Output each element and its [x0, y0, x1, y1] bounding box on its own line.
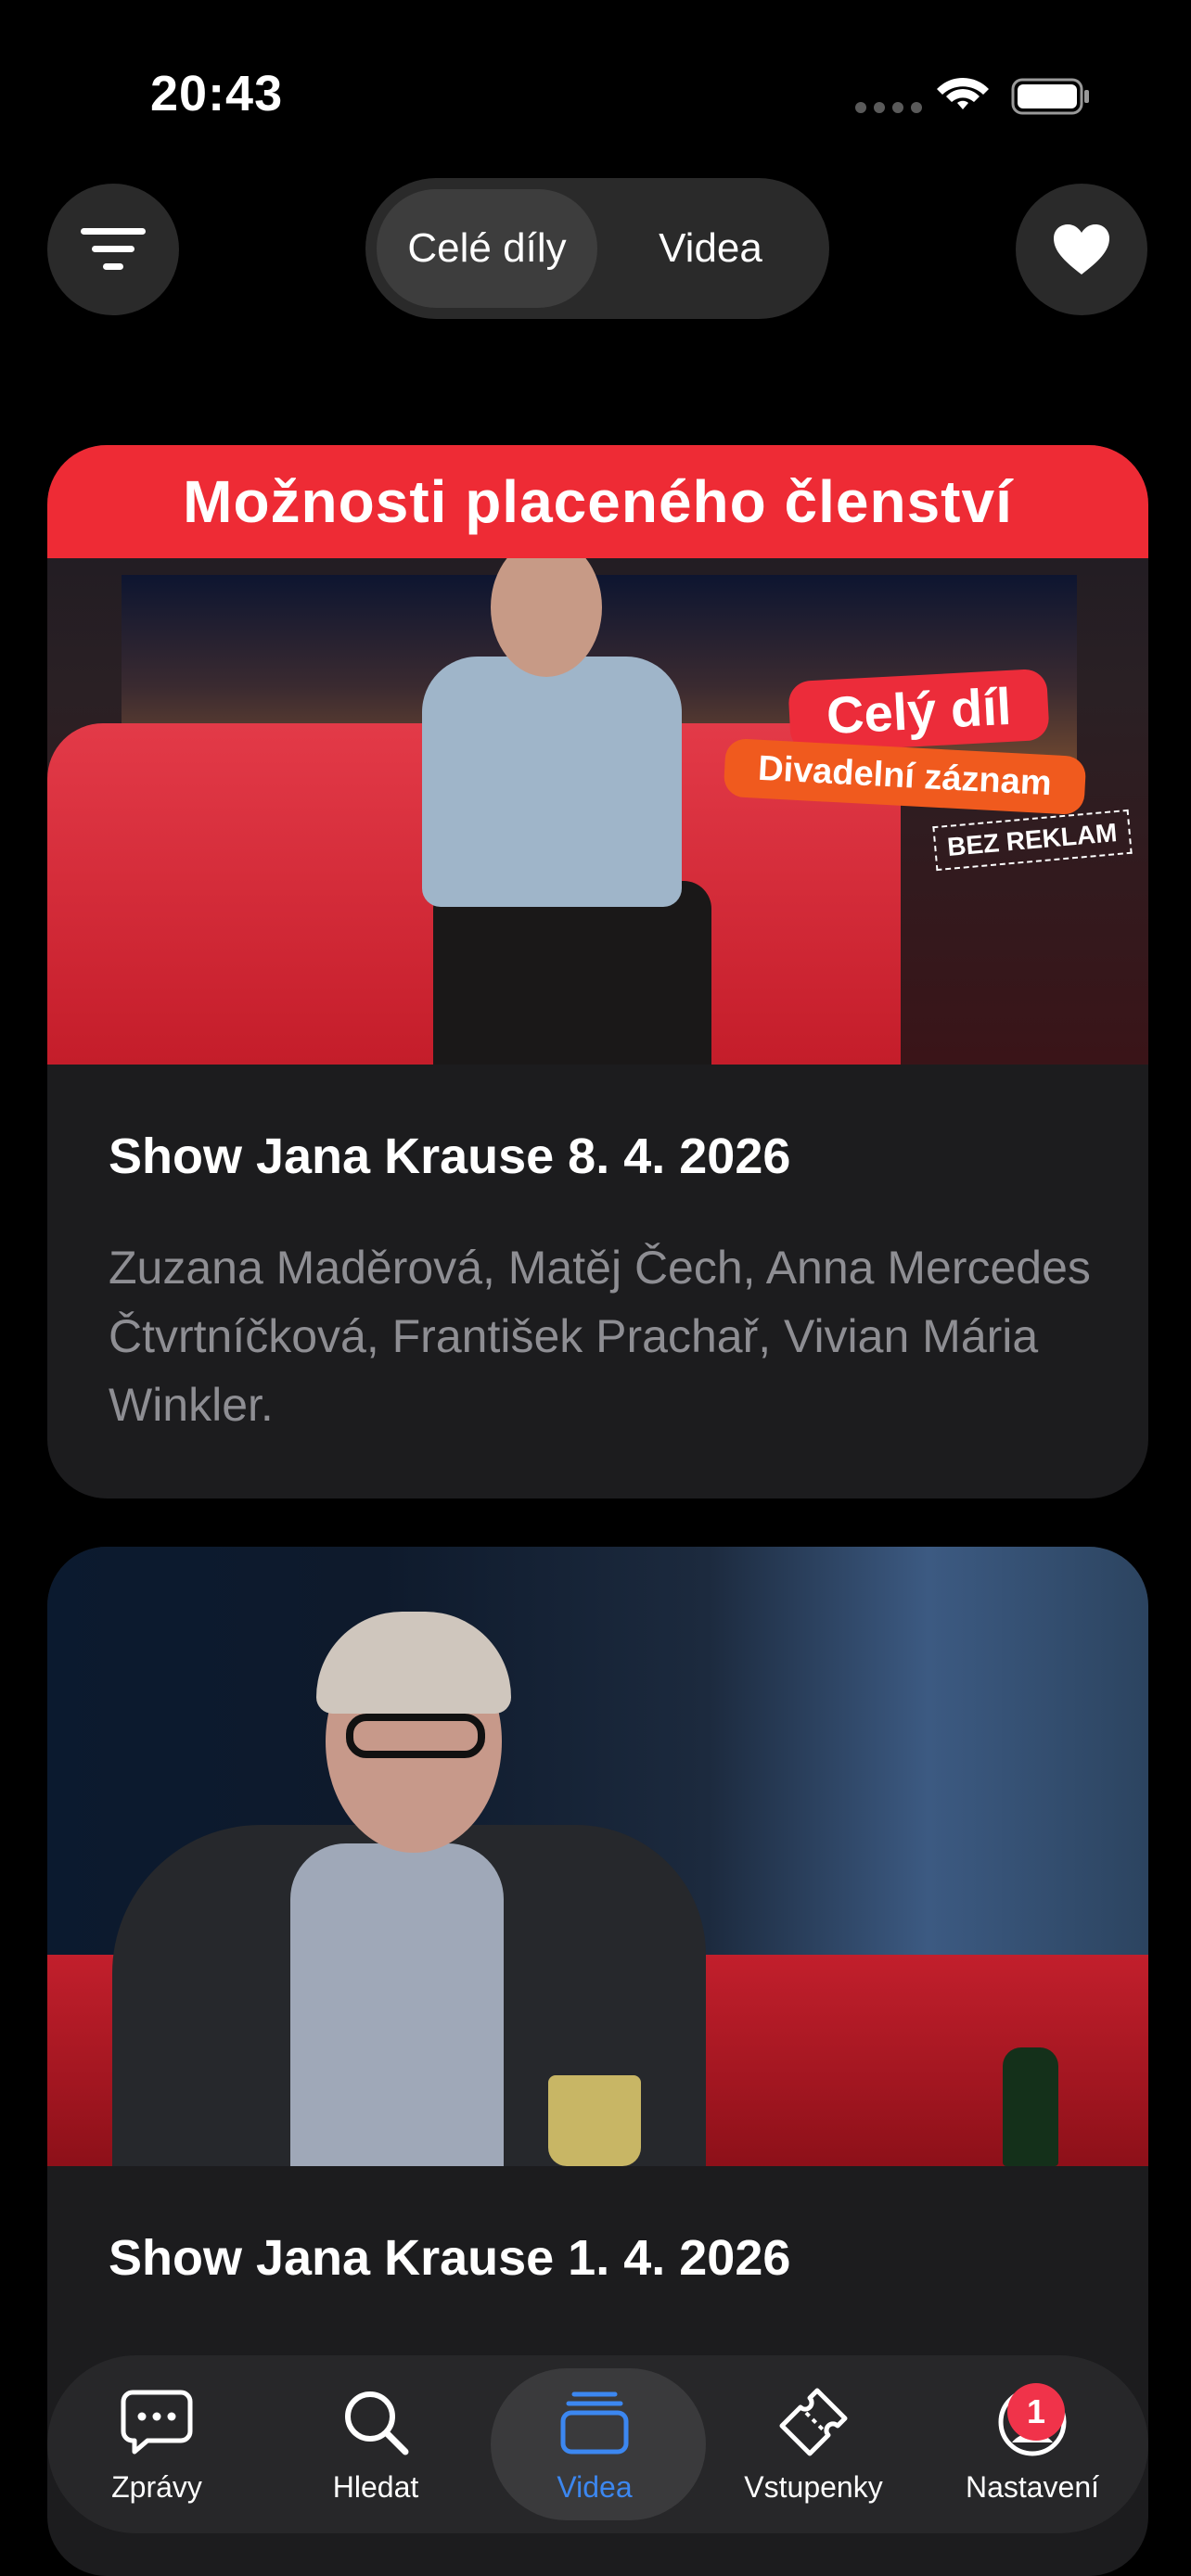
- full-episode-badge-text: Celý díl: [825, 676, 1013, 746]
- thumbnail-person-shirt: [290, 1843, 504, 2166]
- tab-label: Vstupenky: [744, 2469, 883, 2504]
- segmented-control: Celé díly Videa: [365, 178, 829, 319]
- episode-description: Zuzana Maděrová, Matěj Čech, Anna Merced…: [109, 1242, 1091, 1431]
- ticket-icon: [779, 2388, 848, 2455]
- tab-label: Hledat: [332, 2469, 419, 2504]
- thumbnail-person-head: [491, 538, 602, 677]
- theatre-recording-badge-text: Divadelní záznam: [757, 748, 1053, 804]
- episode-title: Show Jana Krause 8. 4. 2026: [109, 1129, 791, 1184]
- membership-banner: Možnosti placeného členství: [47, 445, 1148, 558]
- full-episode-badge: Celý díl: [788, 668, 1050, 754]
- video-stack-icon: [560, 2391, 629, 2454]
- segment-videa[interactable]: Videa: [603, 189, 818, 308]
- thumbnail-person-body: [422, 657, 682, 907]
- membership-banner-text: Možnosti placeného členství: [183, 468, 1013, 535]
- tab-label: Zprávy: [111, 2469, 202, 2504]
- tab-hledat[interactable]: Hledat: [266, 2355, 485, 2533]
- tab-label: Nastavení: [965, 2469, 1100, 2504]
- tab-zpravy[interactable]: Zprávy: [47, 2355, 266, 2533]
- tab-label: Videa: [557, 2469, 633, 2504]
- episode-thumbnail: Možnosti placeného členství Celý díl Div…: [47, 445, 1148, 1065]
- filter-icon: [81, 228, 146, 270]
- thumbnail-glasses: [346, 1714, 485, 1758]
- episode-title: Show Jana Krause 1. 4. 2026: [109, 2230, 791, 2286]
- episode-card[interactable]: Možnosti placeného členství Celý díl Div…: [47, 445, 1148, 1498]
- notification-badge: 1: [1007, 2383, 1065, 2441]
- battery-icon: [1011, 78, 1089, 115]
- thumbnail-bottle: [1003, 2047, 1058, 2166]
- tab-nastaveni[interactable]: Nastavení: [923, 2355, 1142, 2533]
- filter-button[interactable]: [47, 184, 179, 315]
- thumbnail-person-legs: [433, 881, 711, 1065]
- favorites-button[interactable]: [1016, 184, 1147, 315]
- heart-icon: [1054, 224, 1109, 274]
- segment-cele-dily[interactable]: Celé díly: [377, 189, 597, 308]
- chat-bubble-icon: [121, 2390, 193, 2454]
- wifi-icon: [937, 78, 989, 109]
- no-ads-badge-text: BEZ REKLAM: [945, 818, 1119, 861]
- search-icon: [345, 2391, 409, 2455]
- cellular-signal-icon: [855, 102, 922, 113]
- thumbnail-drink-glass: [548, 2075, 641, 2166]
- episode-thumbnail: [47, 1547, 1148, 2166]
- tab-videa[interactable]: Videa: [485, 2355, 704, 2533]
- tab-vstupenky[interactable]: Vstupenky: [704, 2355, 923, 2533]
- tab-bar: Zprávy Hledat Videa Vstupenky Nastavení: [47, 2355, 1148, 2533]
- status-time: 20:43: [150, 66, 284, 121]
